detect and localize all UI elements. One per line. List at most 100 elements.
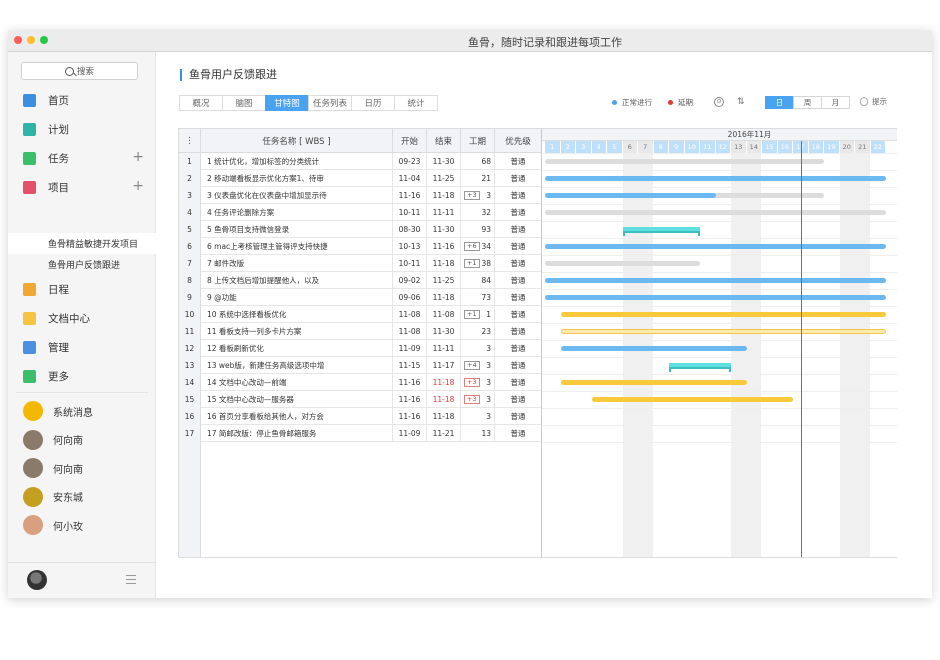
end-date[interactable]: 11-11 bbox=[427, 204, 461, 221]
task-name[interactable]: 17 简邮改版：停止鱼骨邮箱服务 bbox=[201, 425, 393, 442]
header-duration[interactable]: 工期 bbox=[461, 129, 495, 153]
end-date[interactable]: 11-18 bbox=[427, 391, 461, 408]
header-task-name[interactable]: 任务名称 [ WBS ] bbox=[201, 129, 393, 153]
duration-cell[interactable]: +3 3 bbox=[461, 374, 495, 391]
sidebar-item-task[interactable]: 任务 + bbox=[8, 147, 156, 169]
table-row[interactable]: 88 上传文档后增加提醒他人，以及 09-02 11-25 84 普通 bbox=[179, 272, 541, 289]
add-icon[interactable]: + bbox=[132, 150, 144, 164]
table-row[interactable]: 17 17 简邮改版：停止鱼骨邮箱服务 11-09 11-21 13 普通 bbox=[179, 425, 541, 442]
start-date[interactable]: 09-02 bbox=[393, 272, 427, 289]
gantt-bar[interactable] bbox=[545, 278, 886, 283]
task-name[interactable]: 2 移动端看板显示优化方案1、待审 bbox=[201, 170, 393, 187]
table-row[interactable]: 11 统计优化，增加标签的分类统计 09-23 11-30 68 普通 bbox=[179, 153, 541, 170]
end-date[interactable]: 11-21 bbox=[427, 425, 461, 442]
contact-item[interactable]: 安东城 bbox=[8, 484, 156, 510]
tab-5[interactable]: 统计 bbox=[394, 95, 438, 111]
duration-cell[interactable]: 3 bbox=[461, 408, 495, 425]
priority[interactable]: 普通 bbox=[495, 170, 541, 187]
task-name[interactable]: 13 web版，新建任务高级选项中增 bbox=[201, 357, 393, 374]
task-name[interactable]: 7 邮件改版 bbox=[201, 255, 393, 272]
header-start[interactable]: 开始 bbox=[393, 129, 427, 153]
scale-1[interactable]: 周 bbox=[793, 96, 822, 109]
end-date[interactable]: 11-18 bbox=[427, 187, 461, 204]
end-date[interactable]: 11-18 bbox=[427, 289, 461, 306]
duration-cell[interactable]: 73 bbox=[461, 289, 495, 306]
task-name[interactable]: 5 鱼骨项目支持微信登录 bbox=[201, 221, 393, 238]
start-date[interactable]: 11-08 bbox=[393, 323, 427, 340]
start-date[interactable]: 08-30 bbox=[393, 221, 427, 238]
project-item[interactable]: 鱼骨用户反馈跟进 bbox=[8, 254, 156, 275]
start-date[interactable]: 11-09 bbox=[393, 340, 427, 357]
priority[interactable]: 普通 bbox=[495, 340, 541, 357]
end-date[interactable]: 11-18 bbox=[427, 374, 461, 391]
project-item[interactable]: 鱼骨精益敏捷开发项目 bbox=[8, 233, 156, 254]
table-row[interactable]: 22 移动端看板显示优化方案1、待审 11-04 11-25 21 普通 bbox=[179, 170, 541, 187]
priority[interactable]: 普通 bbox=[495, 408, 541, 425]
task-name[interactable]: 4 任务评论删除方案 bbox=[201, 204, 393, 221]
end-date[interactable]: 11-08 bbox=[427, 306, 461, 323]
start-date[interactable]: 09-06 bbox=[393, 289, 427, 306]
duration-cell[interactable]: 23 bbox=[461, 323, 495, 340]
start-date[interactable]: 10-11 bbox=[393, 204, 427, 221]
start-date[interactable]: 10-13 bbox=[393, 238, 427, 255]
task-name[interactable]: 14 文档中心改动—前端 bbox=[201, 374, 393, 391]
tab-4[interactable]: 日历 bbox=[351, 95, 395, 111]
start-date[interactable]: 09-23 bbox=[393, 153, 427, 170]
duration-cell[interactable]: +4 3 bbox=[461, 357, 495, 374]
table-row[interactable]: 33 仪表盘优化在仪表盘中增加显示待 11-16 11-18 +3 3 普通 bbox=[179, 187, 541, 204]
task-name[interactable]: 9 @功能 bbox=[201, 289, 393, 306]
priority[interactable]: 普通 bbox=[495, 204, 541, 221]
header-priority[interactable]: 优先级 bbox=[495, 129, 541, 153]
task-name[interactable]: 6 mac上考核管理主管得评支持快捷 bbox=[201, 238, 393, 255]
start-date[interactable]: 11-08 bbox=[393, 306, 427, 323]
task-name[interactable]: 11 看板支持一列多卡片方案 bbox=[201, 323, 393, 340]
start-date[interactable]: 11-15 bbox=[393, 357, 427, 374]
gantt-bar[interactable] bbox=[545, 295, 886, 300]
gantt-bar[interactable] bbox=[560, 312, 886, 317]
task-name[interactable]: 12 看板刷新优化 bbox=[201, 340, 393, 357]
table-row[interactable]: 66 mac上考核管理主管得评支持快捷 10-13 11-16 +6 34 普通 bbox=[179, 238, 541, 255]
contact-item[interactable]: 何小玫 bbox=[8, 512, 156, 538]
priority[interactable]: 普通 bbox=[495, 272, 541, 289]
start-date[interactable]: 10-11 bbox=[393, 255, 427, 272]
end-date[interactable]: 11-30 bbox=[427, 323, 461, 340]
table-row[interactable]: 13 13 web版，新建任务高级选项中增 11-15 11-17 +4 3 普通 bbox=[179, 357, 541, 374]
duration-cell[interactable]: +6 34 bbox=[461, 238, 495, 255]
table-row[interactable]: 10 10 系统中选择看板优化 11-08 11-08 +1 1 普通 bbox=[179, 306, 541, 323]
menu-icon[interactable] bbox=[126, 575, 136, 584]
start-date[interactable]: 11-16 bbox=[393, 374, 427, 391]
end-date[interactable]: 11-18 bbox=[427, 408, 461, 425]
tab-2[interactable]: 甘特图 bbox=[265, 95, 309, 111]
sidebar-item-settings[interactable]: 管理 bbox=[8, 336, 156, 358]
task-name[interactable]: 3 仪表盘优化在仪表盘中增加显示待 bbox=[201, 187, 393, 204]
end-date[interactable]: 11-30 bbox=[427, 221, 461, 238]
hint-button[interactable]: 提示 bbox=[860, 96, 887, 107]
task-name[interactable]: 16 首页分享看板给其他人，对方会 bbox=[201, 408, 393, 425]
task-name[interactable]: 10 系统中选择看板优化 bbox=[201, 306, 393, 323]
filter-circle-icon[interactable]: ⊙ bbox=[714, 97, 724, 107]
gantt-bar[interactable] bbox=[669, 363, 731, 372]
end-date[interactable]: 11-18 bbox=[427, 255, 461, 272]
sidebar-item-home[interactable]: 首页 bbox=[8, 89, 156, 111]
priority[interactable]: 普通 bbox=[495, 323, 541, 340]
gantt-bar[interactable] bbox=[545, 159, 824, 164]
tab-0[interactable]: 概况 bbox=[179, 95, 223, 111]
duration-cell[interactable]: 13 bbox=[461, 425, 495, 442]
gantt-bar[interactable] bbox=[545, 176, 886, 181]
gantt-bar[interactable] bbox=[622, 227, 700, 236]
table-row[interactable]: 99 @功能 09-06 11-18 73 普通 bbox=[179, 289, 541, 306]
table-row[interactable]: 16 16 首页分享看板给其他人，对方会 11-16 11-18 3 普通 bbox=[179, 408, 541, 425]
end-date[interactable]: 11-16 bbox=[427, 238, 461, 255]
gantt-bar[interactable] bbox=[545, 244, 886, 249]
table-row[interactable]: 14 14 文档中心改动—前端 11-16 11-18 +3 3 普通 bbox=[179, 374, 541, 391]
table-row[interactable]: 11 11 看板支持一列多卡片方案 11-08 11-30 23 普通 bbox=[179, 323, 541, 340]
end-date[interactable]: 11-17 bbox=[427, 357, 461, 374]
task-name[interactable]: 15 文档中心改动—服务器 bbox=[201, 391, 393, 408]
table-row[interactable]: 15 15 文档中心改动—服务器 11-16 11-18 +3 3 普通 bbox=[179, 391, 541, 408]
priority[interactable]: 普通 bbox=[495, 187, 541, 204]
priority[interactable]: 普通 bbox=[495, 425, 541, 442]
duration-cell[interactable]: 84 bbox=[461, 272, 495, 289]
duration-cell[interactable]: 68 bbox=[461, 153, 495, 170]
end-date[interactable]: 11-25 bbox=[427, 170, 461, 187]
sidebar-item-plan[interactable]: 计划 bbox=[8, 118, 156, 140]
